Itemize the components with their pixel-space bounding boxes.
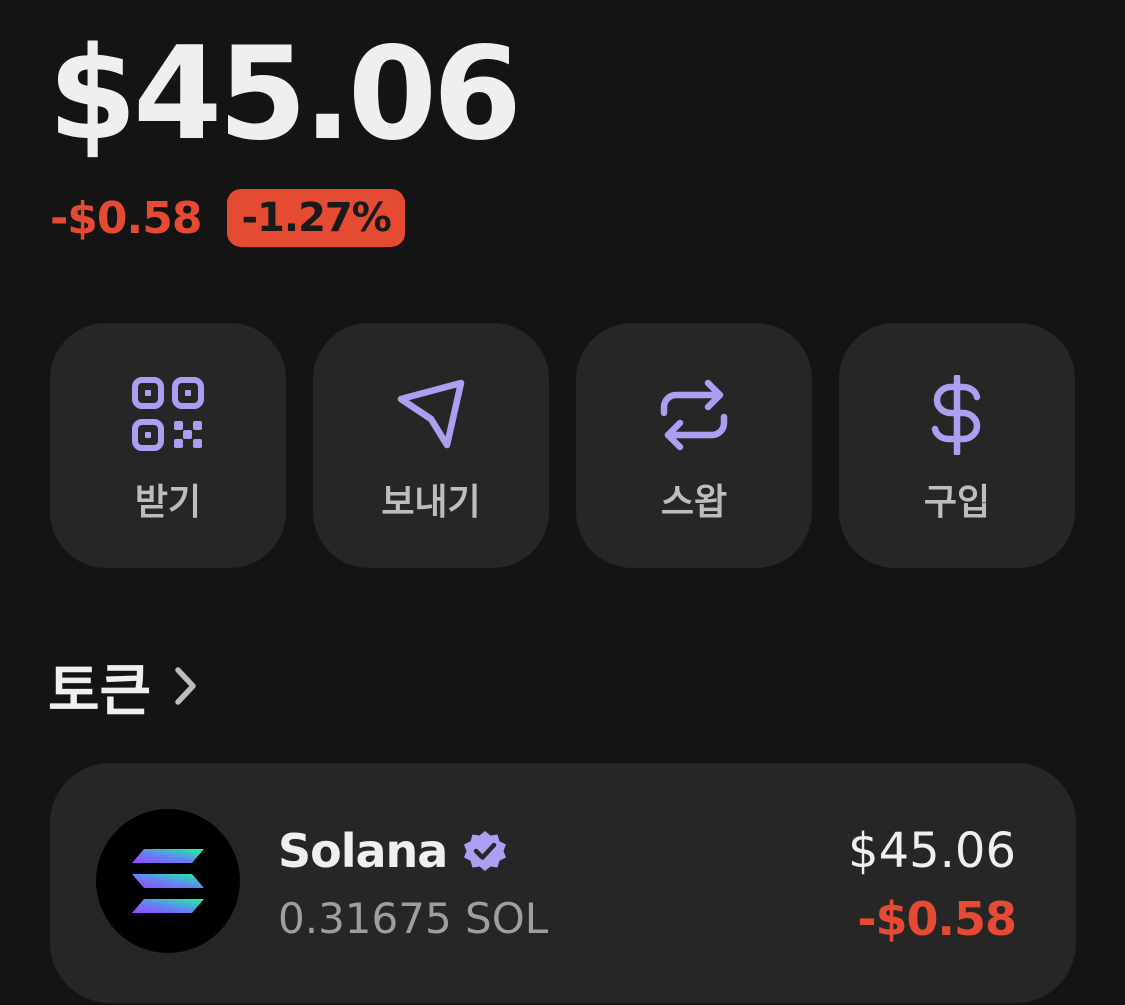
swap-label: 스왑 xyxy=(660,482,728,523)
action-buttons: 받기 보내기 스왑 구입 xyxy=(50,323,1076,568)
qr-code-icon xyxy=(132,377,204,451)
send-button[interactable]: 보내기 xyxy=(313,323,549,568)
portfolio-change-percent-badge: -1.27% xyxy=(227,189,405,247)
solana-logo-icon xyxy=(96,809,240,953)
dollar-icon xyxy=(931,375,981,455)
chevron-right-icon xyxy=(175,667,196,705)
portfolio-change-row: -$0.58 -1.27% xyxy=(50,188,405,248)
token-name-row: Solana xyxy=(278,821,509,881)
send-icon xyxy=(397,379,465,449)
receive-button[interactable]: 받기 xyxy=(50,323,286,568)
buy-label: 구입 xyxy=(923,482,991,523)
buy-button[interactable]: 구입 xyxy=(839,323,1075,568)
wallet-home: $45.06 -$0.58 -1.27% 받기 보내기 스왑 구입 토큰 Sol… xyxy=(0,0,1125,1005)
tokens-section-header[interactable]: 토큰 xyxy=(48,648,201,724)
token-amount: 0.31675 SOL xyxy=(278,894,549,943)
token-name: Solana xyxy=(278,824,448,878)
token-row-solana[interactable]: Solana 0.31675 SOL $45.06 -$0.58 xyxy=(50,763,1076,1003)
portfolio-balance: $45.06 xyxy=(48,20,522,169)
send-label: 보내기 xyxy=(381,482,481,523)
token-change: -$0.58 xyxy=(857,892,1017,946)
verified-badge-icon xyxy=(464,831,507,871)
receive-label: 받기 xyxy=(134,482,202,523)
token-value: $45.06 xyxy=(848,823,1016,879)
swap-icon xyxy=(660,379,728,451)
swap-button[interactable]: 스왑 xyxy=(576,323,812,568)
tokens-section-title: 토큰 xyxy=(48,658,152,724)
portfolio-change-amount: -$0.58 xyxy=(50,192,202,244)
